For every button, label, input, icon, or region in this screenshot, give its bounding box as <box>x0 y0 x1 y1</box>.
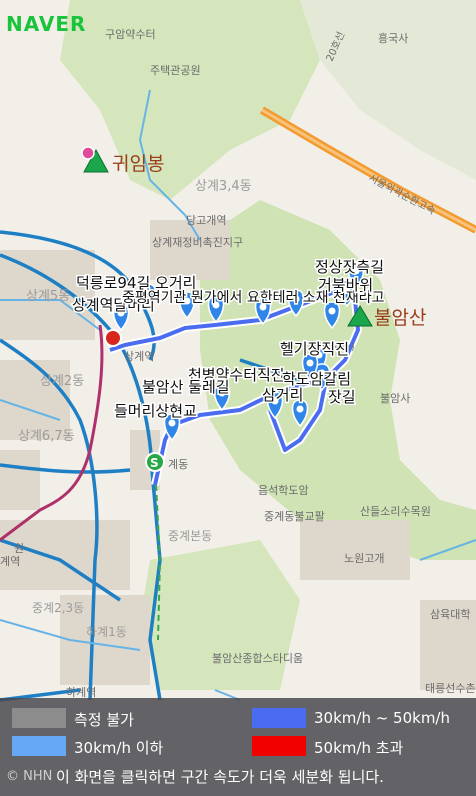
svg-text:태릉선수촌: 태릉선수촌 <box>425 682 476 695</box>
svg-text:상계역: 상계역 <box>124 350 154 363</box>
marker-label: 정상잣측길 <box>315 258 384 276</box>
marker-label: 불암산 둘레길 <box>142 378 230 396</box>
marker-label: 들머리상현교 <box>114 402 197 420</box>
map-pin-dot <box>296 405 304 413</box>
marker-label: 헬기장직진 <box>280 340 349 358</box>
svg-text:상계6,7동: 상계6,7동 <box>18 429 75 444</box>
map-pin-dot <box>168 419 176 427</box>
svg-text:음석학도암: 음석학도암 <box>258 484 309 497</box>
peak-label: 귀임봉 <box>112 153 164 175</box>
naver-logo[interactable]: NAVER <box>6 12 86 36</box>
svg-text:계역: 계역 <box>0 555 20 568</box>
marker-label: 거북바위 <box>318 276 373 294</box>
marker-label: 삼거리 <box>262 386 303 404</box>
svg-text:노원고개: 노원고개 <box>344 552 384 565</box>
copyright: © NHN <box>6 769 53 784</box>
svg-text:불암산종합스타디움: 불암산종합스타디움 <box>212 652 303 665</box>
svg-text:상계3,4동: 상계3,4동 <box>195 179 252 194</box>
svg-text:상계2동: 상계2동 <box>40 374 84 389</box>
svg-text:당고개역: 당고개역 <box>186 214 226 227</box>
svg-text:계동: 계동 <box>168 458 188 471</box>
svg-text:불암사: 불암사 <box>380 392 410 405</box>
svg-text:주택관공원: 주택관공원 <box>150 64 201 77</box>
svg-text:상계5동: 상계5동 <box>26 289 70 304</box>
station-pin-red[interactable] <box>104 329 122 347</box>
legend-swatch <box>12 736 66 756</box>
peak-marker-buramsan[interactable]: 불암산 <box>347 305 426 329</box>
station-pin-green[interactable]: S <box>145 452 165 472</box>
svg-text:구암약수터: 구암약수터 <box>105 27 156 41</box>
marker-label: 잣길 <box>328 388 356 406</box>
svg-text:산들소리수목원: 산들소리수목원 <box>360 505 431 518</box>
legend-swatch <box>252 736 306 756</box>
svg-text:흥국사: 흥국사 <box>378 31 408 45</box>
refine-notice[interactable]: 이 화면을 클릭하면 구간 속도가 더욱 세분화 됩니다. <box>56 766 384 787</box>
svg-text:중계본동: 중계본동 <box>168 529 212 543</box>
svg-text:S: S <box>150 456 159 470</box>
map-pin-dot <box>328 307 336 315</box>
svg-text:원: 원 <box>14 542 24 555</box>
peak-label: 불암산 <box>374 307 426 329</box>
svg-text:하계역: 하계역 <box>66 685 96 699</box>
svg-text:삼육대학: 삼육대학 <box>430 608 470 621</box>
map-canvas[interactable]: 귀임봉 불암산 구암약수터 주택관공원 상계3,4동 당고개역 상계재정비촉진지… <box>0 0 476 796</box>
legend-swatch <box>252 708 306 728</box>
svg-text:상계재정비촉진지구: 상계재정비촉진지구 <box>152 236 243 249</box>
svg-text:하계1동: 하계1동 <box>86 625 127 639</box>
svg-text:중계동불교팔: 중계동불교팔 <box>264 510 325 523</box>
svg-text:중계2,3동: 중계2,3동 <box>32 601 84 615</box>
map-pin-dot <box>306 359 314 367</box>
legend-swatch <box>12 708 66 728</box>
